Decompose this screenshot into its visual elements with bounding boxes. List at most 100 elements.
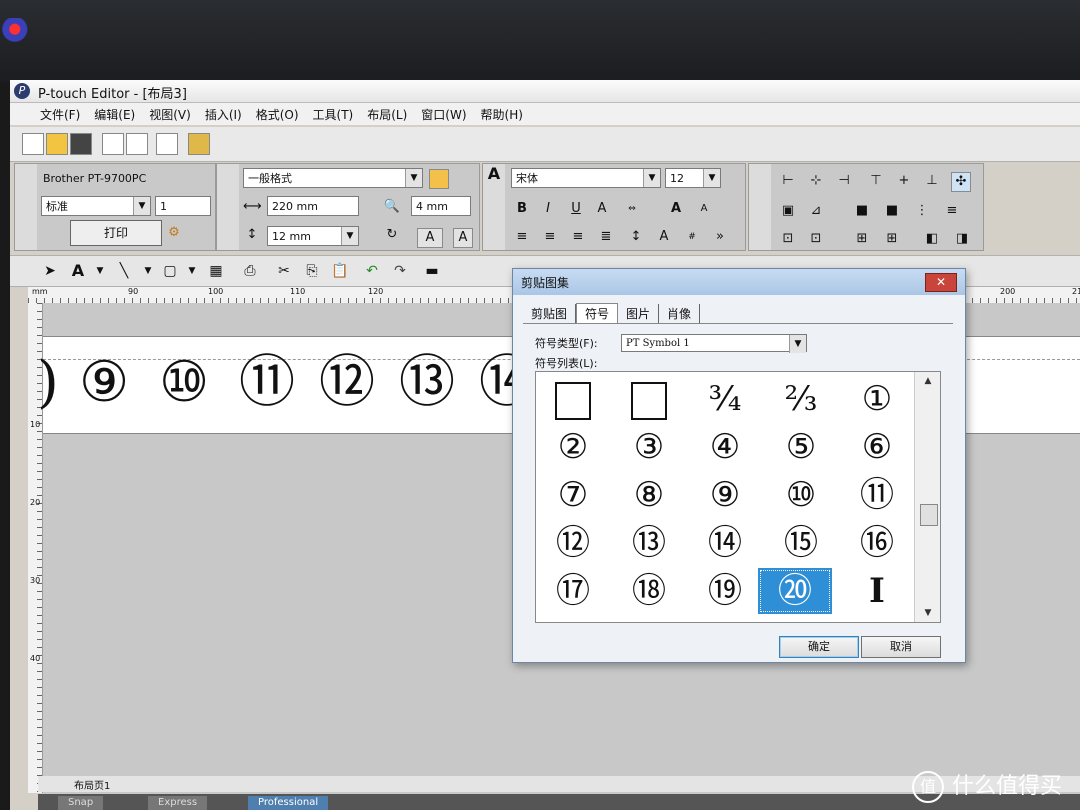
rotate-icon[interactable]: ↻ [383,226,401,244]
layer-forward-icon[interactable]: ◧ [923,230,941,248]
center-layout-icon[interactable]: ✣ [951,172,971,192]
group-icon[interactable]: ⊞ [853,230,871,248]
scrollbar-thumb[interactable] [920,504,938,526]
text-tool-icon[interactable]: A [68,261,88,281]
ungroup-icon[interactable]: ⊞ [883,230,901,248]
page-panel-tab[interactable] [217,164,239,250]
tab-portraits[interactable]: 肖像 [659,304,701,324]
menu-window[interactable]: 窗口(W) [415,103,472,127]
table-tool-icon[interactable]: ▦ [206,261,226,281]
symbol-cell[interactable]: ⑥ [840,424,914,470]
symbol-cell[interactable]: ¾ [688,376,762,422]
tape-width-select[interactable]: 12 mm ▼ [267,226,359,246]
wizard-icon[interactable] [188,133,210,155]
bold-icon[interactable]: B [513,200,531,218]
line-tool-icon[interactable]: ╲ [114,261,134,281]
char-spacing-icon[interactable]: ⇔ [623,200,641,218]
symbol-cell-selected[interactable]: ⑳ [758,568,832,614]
align-right-edge-icon[interactable]: ⊣ [835,172,853,190]
symbol-cell[interactable]: ⑰ [536,568,610,614]
save-icon[interactable] [70,133,92,155]
tape-symbol[interactable]: ⑫ [319,353,375,413]
scroll-up-icon[interactable]: ▲ [919,376,937,386]
align-bottom-edge-icon[interactable]: ⊥ [923,172,941,190]
crop-icon[interactable]: ⊿ [807,202,825,220]
paste-icon[interactable]: 📋 [330,261,350,281]
symbol-cell[interactable]: ⅔ [764,376,838,422]
menu-edit[interactable]: 编辑(E) [88,103,141,127]
text-frame-icon[interactable] [156,133,178,155]
vertical-text-icon[interactable]: A [453,228,473,248]
symbol-cell[interactable]: ⑯ [840,520,914,566]
symbol-cell[interactable]: ⑮ [764,520,838,566]
symbol-cell[interactable]: ④ [688,424,762,470]
symbol-cell[interactable]: ⑱ [612,568,686,614]
clipart-tool-icon[interactable]: ⎙ [240,261,260,281]
symbol-cell[interactable] [612,376,686,422]
symbol-cell[interactable]: ② [536,424,610,470]
symbol-cell[interactable]: ⑭ [688,520,762,566]
length-field[interactable]: 220 mm [267,196,359,216]
text-box-icon[interactable]: A [417,228,443,248]
menu-help[interactable]: 帮助(H) [475,103,529,127]
menu-format[interactable]: 格式(O) [250,103,305,127]
tab-symbols[interactable]: 符号 [576,303,619,324]
lock-icon[interactable]: ⊡ [779,230,797,248]
symbol-cell[interactable]: ① [840,376,914,422]
tape-symbol[interactable]: ) [37,353,59,413]
undo-icon[interactable]: ↶ [362,261,382,281]
align-right-icon[interactable]: ≡ [569,228,587,246]
printer-panel-tab[interactable] [15,164,37,250]
symbol-cell[interactable]: ⑤ [764,424,838,470]
unlock-icon[interactable]: ⊡ [807,230,825,248]
chevron-down-icon[interactable]: ▼ [182,261,202,281]
ok-button[interactable]: 确定 [779,636,859,658]
symbol-cell[interactable]: ⑦ [536,472,610,518]
underline-icon[interactable]: U [567,200,585,218]
select-arrow-icon[interactable]: ➤ [40,261,60,281]
more-options-icon[interactable]: » [711,228,729,246]
tab-snap[interactable]: Snap [58,796,104,810]
tape-color-icon[interactable] [429,169,449,189]
menu-tools[interactable]: 工具(T) [307,103,360,127]
properties-icon[interactable]: ▬ [422,261,442,281]
symbol-cell[interactable] [536,376,610,422]
print-preview-icon[interactable] [126,133,148,155]
page-tab-label[interactable]: 布局页1 [74,777,110,792]
print-icon[interactable] [102,133,124,155]
align-top-edge-icon[interactable]: ⊤ [867,172,885,190]
symbol-list[interactable]: ¾ ⅔ ① ② ③ ④ ⑤ ⑥ ⑦ ⑧ ⑨ ⑩ ⑪ ⑫ ⑬ ⑭ ⑮ ⑯ ⑰ ⑱ … [535,371,941,623]
tab-images[interactable]: 图片 [618,304,660,324]
print-mode-select[interactable]: 标准 ▼ [41,196,151,216]
copy-icon[interactable]: ⎘ [302,261,322,281]
menu-layout[interactable]: 布局(L) [361,103,413,127]
italic-icon[interactable]: I [539,200,557,218]
tape-symbol[interactable]: ⑨ [79,353,129,413]
open-folder-icon[interactable] [46,133,68,155]
scroll-down-icon[interactable]: ▼ [919,608,937,618]
symbol-cell[interactable]: ⑧ [612,472,686,518]
print-button[interactable]: 打印 [70,220,162,246]
symbol-cell[interactable]: ⑪ [840,472,914,518]
numbering-icon[interactable]: # [683,228,701,246]
format-select[interactable]: 一般格式 ▼ [243,168,423,188]
text-direction-icon[interactable]: ↕ [627,228,645,246]
symbol-cell[interactable]: ⑲ [688,568,762,614]
symbol-cell[interactable]: ⑨ [688,472,762,518]
send-back-icon[interactable]: ■ [883,202,901,220]
tape-symbol[interactable]: ⑬ [399,353,455,413]
layer-backward-icon[interactable]: ◨ [953,230,971,248]
tab-clipart[interactable]: 剪贴图 [523,304,577,324]
tape-symbol[interactable]: ⑩ [159,353,209,413]
menu-file[interactable]: 文件(F) [34,103,86,127]
shrink-font-icon[interactable]: A [695,200,713,218]
symbol-cell[interactable]: I [840,568,914,614]
symbol-type-select[interactable]: PT Symbol 1 ▼ [621,334,807,353]
grow-font-icon[interactable]: A [667,200,685,218]
tab-professional[interactable]: Professional [248,796,329,810]
symbol-cell[interactable]: ⑬ [612,520,686,566]
image-frame-icon[interactable]: ▣ [779,202,797,220]
redo-icon[interactable]: ↷ [390,261,410,281]
tab-express[interactable]: Express [148,796,208,810]
text-panel-tab[interactable]: A [483,164,505,250]
